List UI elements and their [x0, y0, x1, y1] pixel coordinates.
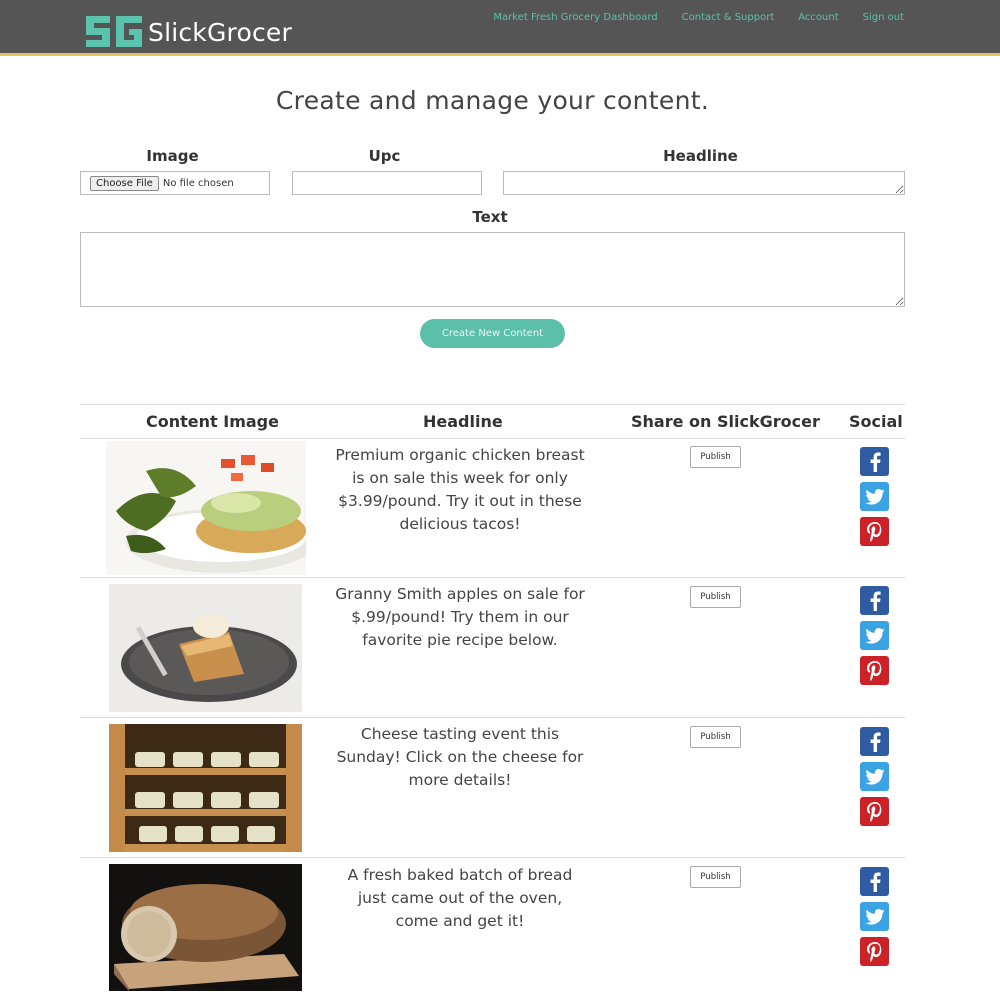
row-2-facebook-icon[interactable]: [860, 586, 889, 615]
row-3-facebook-icon[interactable]: [860, 727, 889, 756]
row-4-headline: A fresh baked batch of bread just came o…: [347, 866, 573, 930]
row-4-pinterest-icon[interactable]: [860, 937, 889, 966]
headline-textarea[interactable]: [503, 171, 905, 195]
main-nav: Market Fresh Grocery Dashboard Contact &…: [493, 12, 904, 23]
cheese-shelves-photo[interactable]: [109, 724, 302, 852]
table-top-divider: [80, 404, 905, 405]
row-3-pinterest-icon[interactable]: [860, 797, 889, 826]
headline-label: Headline: [663, 147, 738, 165]
nav-dashboard-link[interactable]: Market Fresh Grocery Dashboard: [493, 12, 657, 23]
row-1-pinterest-icon[interactable]: [860, 517, 889, 546]
row-2-headline: Granny Smith apples on sale for $.99/pou…: [335, 585, 585, 649]
table-header-divider: [80, 438, 905, 439]
row-1-headline: Premium organic chicken breast is on sal…: [335, 446, 585, 533]
row-3-headline: Cheese tasting event this Sunday! Click …: [336, 725, 584, 789]
upc-input[interactable]: [292, 171, 482, 195]
text-textarea[interactable]: [80, 232, 905, 307]
bread-loaf-photo[interactable]: [109, 864, 302, 991]
row-3-publish-button[interactable]: Publish: [690, 726, 741, 748]
nav-contact-support-link[interactable]: Contact & Support: [682, 12, 775, 23]
logo-text: SlickGrocer: [148, 17, 292, 47]
row-4-facebook-icon[interactable]: [860, 867, 889, 896]
choose-file-button[interactable]: Choose File: [90, 175, 159, 191]
column-header-content-image: Content Image: [146, 412, 279, 431]
page-title: Create and manage your content.: [275, 86, 710, 115]
row-3-twitter-icon[interactable]: [860, 762, 889, 791]
nav-sign-out-link[interactable]: Sign out: [863, 12, 904, 23]
row-1-divider: [80, 577, 905, 578]
column-header-share: Share on SlickGrocer: [631, 412, 820, 431]
row-1-publish-button[interactable]: Publish: [690, 446, 741, 468]
upc-label: Upc: [368, 147, 401, 165]
text-label: Text: [472, 208, 508, 226]
row-2-pinterest-icon[interactable]: [860, 656, 889, 685]
image-file-input[interactable]: Choose File No file chosen: [80, 171, 270, 195]
sg-logo-icon: [86, 16, 142, 47]
row-2-divider: [80, 717, 905, 718]
logo[interactable]: SlickGrocer: [84, 13, 292, 51]
nav-account-link[interactable]: Account: [798, 12, 838, 23]
row-3-divider: [80, 857, 905, 858]
top-navigation-bar: SlickGrocer Market Fresh Grocery Dashboa…: [0, 0, 1000, 56]
row-4-publish-button[interactable]: Publish: [690, 866, 741, 888]
tacos-photo[interactable]: [106, 441, 306, 575]
column-header-social: Social: [849, 412, 903, 431]
apple-pie-photo[interactable]: [109, 584, 302, 712]
row-2-twitter-icon[interactable]: [860, 621, 889, 650]
row-1-twitter-icon[interactable]: [860, 482, 889, 511]
row-1-facebook-icon[interactable]: [860, 447, 889, 476]
file-status-text: No file chosen: [162, 177, 234, 189]
image-label: Image: [146, 147, 199, 165]
column-header-headline: Headline: [423, 412, 503, 431]
create-new-content-button[interactable]: Create New Content: [420, 319, 565, 348]
row-2-publish-button[interactable]: Publish: [690, 586, 741, 608]
row-4-twitter-icon[interactable]: [860, 902, 889, 931]
